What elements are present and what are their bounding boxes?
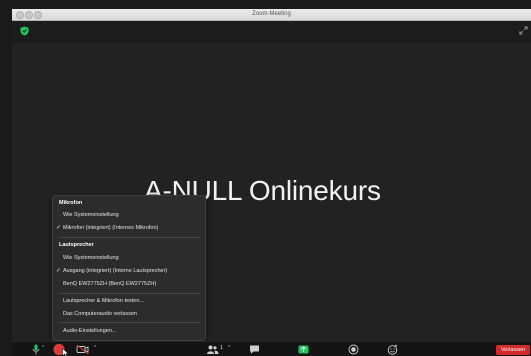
- participants-chevron-up-icon[interactable]: ^: [228, 345, 230, 351]
- participants-count: 1: [220, 345, 224, 351]
- shield-icon[interactable]: [20, 26, 29, 36]
- check-icon: ✓: [56, 225, 62, 231]
- menu-divider: [58, 322, 200, 323]
- meeting-top-bar: [12, 21, 531, 43]
- zoom-window: Zoom-Meeting A-NULL Onlinekurs Mikrofon …: [0, 0, 531, 356]
- chat-icon[interactable]: [249, 344, 260, 355]
- reactions-icon[interactable]: [387, 344, 398, 355]
- meeting-toolbar: ^ ^ 1 ^ Verlassen: [12, 341, 531, 356]
- audio-options-chevron-up-icon[interactable]: ^: [42, 345, 44, 351]
- menu-item-audio-settings[interactable]: Audio-Einstellungen...: [53, 325, 205, 337]
- speaker-section-header: Lautsprecher: [59, 242, 94, 248]
- microphone-icon[interactable]: [32, 344, 40, 355]
- record-icon[interactable]: [348, 344, 359, 355]
- audio-options-menu: Mikrofon Wie Systemeinstellung ✓ Mikrofo…: [52, 195, 206, 341]
- menu-divider: [58, 237, 200, 238]
- menu-divider: [58, 293, 200, 294]
- menu-item-mic-system[interactable]: Wie Systemeinstellung: [53, 209, 205, 221]
- participants-icon[interactable]: [206, 344, 219, 355]
- share-screen-icon[interactable]: [298, 344, 309, 355]
- menu-item-speaker-benq[interactable]: BenQ EW2775ZH (BenQ EW2775ZH): [53, 278, 205, 290]
- window-title: Zoom-Meeting: [252, 11, 291, 17]
- mouse-cursor-icon: [62, 347, 69, 356]
- video-options-chevron-up-icon[interactable]: ^: [94, 345, 96, 351]
- menu-item-mic-internal[interactable]: ✓ Mikrofon (integriert) (Internes Mikrof…: [53, 222, 205, 234]
- video-off-icon[interactable]: [76, 344, 89, 355]
- check-icon: ✓: [56, 268, 62, 274]
- menu-item-speaker-system[interactable]: Wie Systemeinstellung: [53, 252, 205, 264]
- window-titlebar: Zoom-Meeting: [12, 9, 531, 21]
- menu-item-leave-computer-audio[interactable]: Das Computeraudio verlassen: [53, 308, 205, 320]
- menu-item-speaker-internal[interactable]: ✓ Ausgang (integriert) (Interne Lautspre…: [53, 265, 205, 277]
- leave-meeting-button[interactable]: Verlassen: [496, 345, 530, 355]
- fullscreen-icon[interactable]: [519, 26, 528, 35]
- menu-item-test-audio[interactable]: Lautsprecher & Mikrofon testen...: [53, 295, 205, 307]
- microphone-section-header: Mikrofon: [59, 200, 83, 206]
